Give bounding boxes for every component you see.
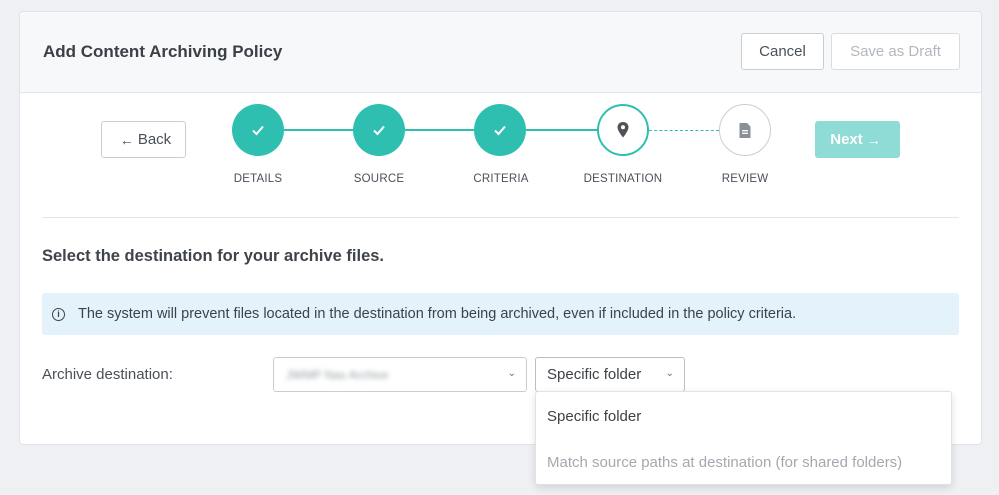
step-connector bbox=[284, 129, 354, 131]
step-details[interactable] bbox=[232, 104, 284, 156]
info-banner: i The system will prevent files located … bbox=[42, 293, 959, 335]
section-title: Select the destination for your archive … bbox=[42, 247, 385, 265]
save-as-draft-button[interactable]: Save as Draft bbox=[831, 33, 960, 70]
next-button[interactable]: Next → bbox=[815, 121, 900, 158]
step-criteria[interactable] bbox=[474, 104, 526, 156]
section-divider bbox=[42, 217, 959, 218]
map-pin-icon bbox=[617, 122, 629, 138]
card-header: Add Content Archiving Policy Cancel Save… bbox=[20, 12, 981, 93]
check-icon bbox=[252, 125, 264, 136]
step-connector bbox=[526, 129, 598, 131]
chevron-down-icon: ⌄ bbox=[507, 368, 516, 379]
step-connector bbox=[405, 129, 475, 131]
dropdown-option-specific-folder[interactable]: Specific folder bbox=[547, 408, 641, 425]
step-connector-pending bbox=[649, 130, 719, 131]
chevron-down-icon: ⌄ bbox=[665, 368, 674, 379]
dropdown-option-match-source-paths: Match source paths at destination (for s… bbox=[547, 454, 903, 471]
step-label-source: SOURCE bbox=[353, 173, 405, 185]
archive-destination-select[interactable]: JWMP Nas Archive ⌄ bbox=[273, 357, 527, 392]
document-icon bbox=[739, 122, 751, 138]
cancel-button[interactable]: Cancel bbox=[741, 33, 824, 70]
archive-destination-label: Archive destination: bbox=[42, 366, 173, 383]
step-label-details: DETAILS bbox=[233, 173, 283, 185]
back-button[interactable]: ← Back bbox=[101, 121, 186, 158]
arrow-left-icon: ← bbox=[119, 131, 134, 148]
destination-type-value: Specific folder bbox=[547, 366, 642, 383]
destination-type-dropdown: Specific folder Match source paths at de… bbox=[535, 391, 952, 485]
info-icon: i bbox=[52, 307, 65, 321]
check-icon bbox=[373, 125, 385, 136]
next-button-label: Next bbox=[830, 131, 863, 148]
step-source[interactable] bbox=[353, 104, 405, 156]
step-label-review: REVIEW bbox=[721, 173, 769, 185]
step-label-destination: DESTINATION bbox=[583, 173, 663, 185]
check-icon bbox=[494, 125, 506, 136]
info-message: The system will prevent files located in… bbox=[78, 306, 797, 322]
step-label-criteria: CRITERIA bbox=[473, 173, 529, 185]
page-title: Add Content Archiving Policy bbox=[43, 42, 283, 61]
back-button-label: Back bbox=[137, 131, 172, 148]
arrow-right-icon: → bbox=[866, 131, 881, 148]
destination-type-select[interactable]: Specific folder ⌄ bbox=[535, 357, 685, 392]
step-destination[interactable] bbox=[597, 104, 649, 156]
archive-destination-value: JWMP Nas Archive bbox=[286, 367, 389, 382]
step-review[interactable] bbox=[719, 104, 771, 156]
